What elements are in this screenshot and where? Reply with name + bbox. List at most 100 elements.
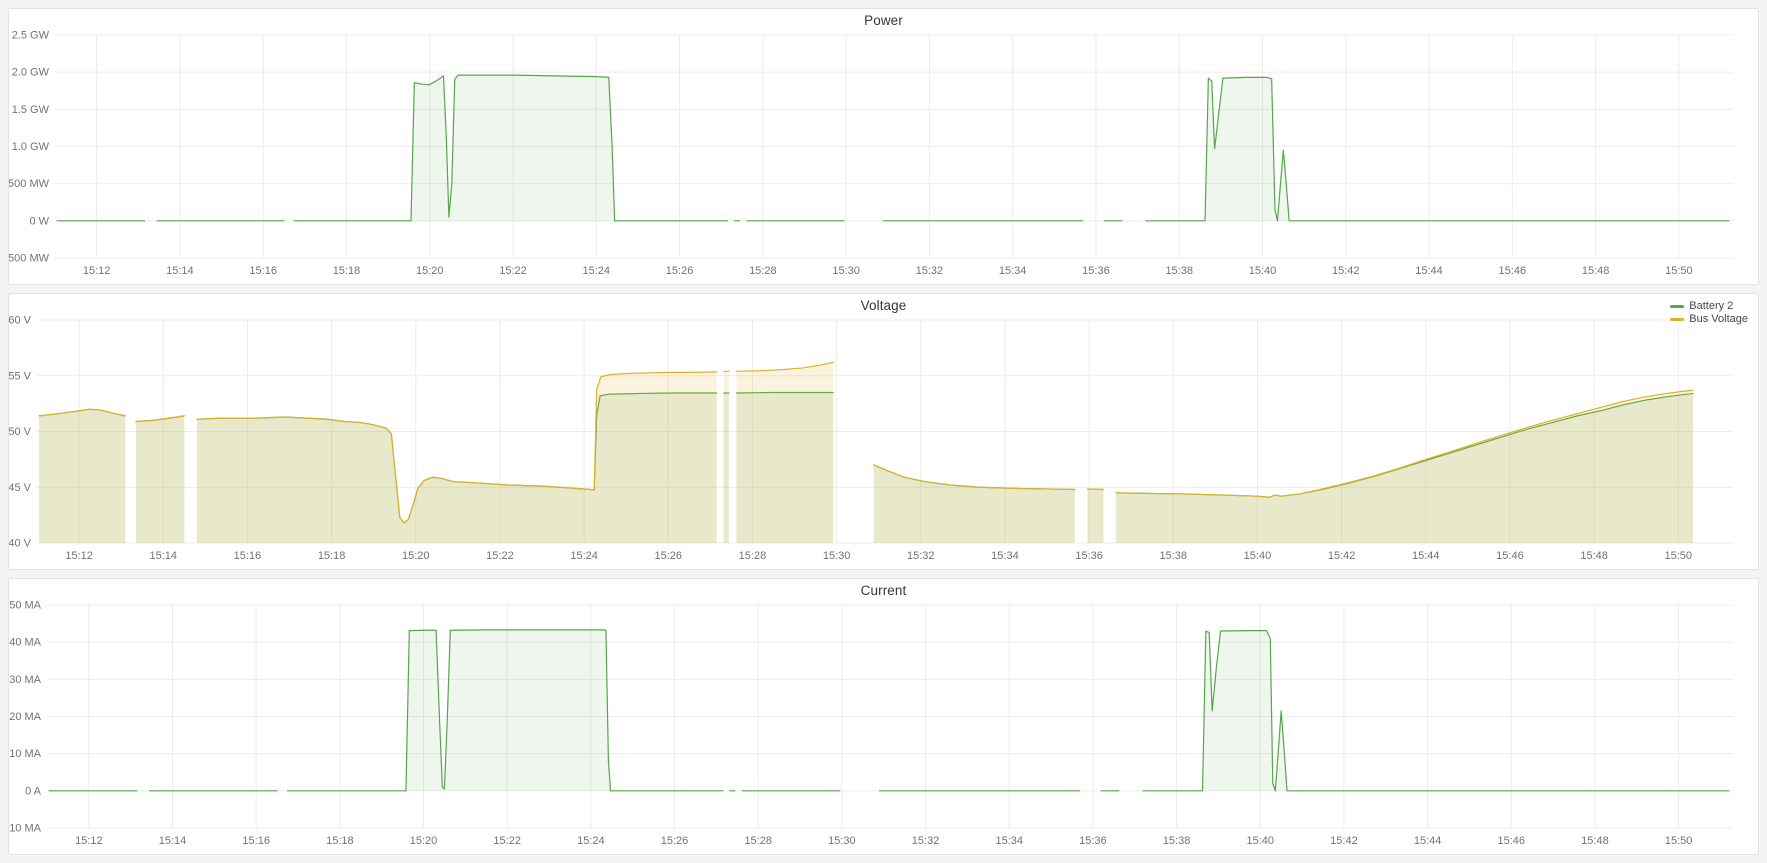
- bus-voltage-series-swatch-icon: [1670, 318, 1684, 321]
- svg-text:15:30: 15:30: [832, 265, 860, 277]
- svg-text:2.0 GW: 2.0 GW: [12, 67, 50, 79]
- svg-text:15:34: 15:34: [995, 835, 1023, 847]
- voltage-legend: Battery 2 Bus Voltage: [1670, 300, 1748, 325]
- svg-text:15:34: 15:34: [999, 265, 1027, 277]
- svg-text:15:50: 15:50: [1665, 265, 1693, 277]
- svg-text:15:46: 15:46: [1498, 835, 1526, 847]
- svg-text:15:24: 15:24: [583, 265, 611, 277]
- svg-text:10 MA: 10 MA: [9, 748, 41, 760]
- svg-text:15:44: 15:44: [1412, 550, 1440, 562]
- svg-text:0 A: 0 A: [25, 785, 42, 797]
- svg-text:15:22: 15:22: [499, 265, 527, 277]
- chart-svg: 60 V 55 V 50 V 45 V 40 V 15:12 15:14 15:16 15:18…: [9, 316, 1758, 569]
- svg-text:15:48: 15:48: [1582, 265, 1610, 277]
- svg-text:50 MA: 50 MA: [9, 601, 41, 612]
- svg-text:15:40: 15:40: [1244, 550, 1272, 562]
- svg-text:-10 MA: -10 MA: [9, 823, 42, 835]
- svg-text:15:24: 15:24: [570, 550, 598, 562]
- svg-text:15:42: 15:42: [1328, 550, 1356, 562]
- svg-text:15:28: 15:28: [739, 550, 767, 562]
- svg-text:40 MA: 40 MA: [9, 637, 41, 649]
- svg-text:15:40: 15:40: [1246, 835, 1274, 847]
- legend-label-battery-2: Battery 2: [1689, 300, 1733, 312]
- panel-current: Current 50 MA 40 MA 30 MA 20 MA 10 MA 0 A -10 …: [8, 578, 1759, 855]
- panel-power-header[interactable]: Power: [9, 9, 1758, 31]
- svg-text:45 V: 45 V: [9, 482, 32, 494]
- svg-text:15:36: 15:36: [1075, 550, 1103, 562]
- svg-text:0 W: 0 W: [29, 215, 49, 227]
- svg-text:1.5 GW: 1.5 GW: [12, 104, 50, 116]
- svg-text:15:50: 15:50: [1665, 550, 1693, 562]
- svg-text:15:46: 15:46: [1499, 265, 1527, 277]
- svg-text:40 V: 40 V: [9, 538, 32, 550]
- svg-text:15:26: 15:26: [661, 835, 689, 847]
- panel-current-header[interactable]: Current: [9, 579, 1758, 601]
- svg-text:15:40: 15:40: [1249, 265, 1277, 277]
- battery-2-series-swatch-icon: [1670, 305, 1684, 308]
- svg-text:15:18: 15:18: [318, 550, 346, 562]
- svg-text:15:16: 15:16: [234, 550, 262, 562]
- svg-text:15:26: 15:26: [654, 550, 682, 562]
- svg-text:15:32: 15:32: [907, 550, 935, 562]
- svg-text:2.5 GW: 2.5 GW: [12, 31, 50, 42]
- svg-text:60 V: 60 V: [9, 316, 32, 327]
- chart-svg: 2.5 GW 2.0 GW 1.5 GW 1.0 GW 500 MW 0 W -500 MW…: [9, 31, 1758, 284]
- panel-voltage-header[interactable]: Voltage: [9, 294, 1758, 316]
- svg-text:15:14: 15:14: [149, 550, 177, 562]
- svg-text:15:42: 15:42: [1332, 265, 1360, 277]
- svg-text:15:48: 15:48: [1581, 835, 1609, 847]
- svg-text:500 MW: 500 MW: [9, 178, 50, 190]
- svg-text:15:28: 15:28: [749, 265, 777, 277]
- svg-text:15:46: 15:46: [1496, 550, 1524, 562]
- svg-text:15:18: 15:18: [333, 265, 361, 277]
- svg-text:15:38: 15:38: [1163, 835, 1191, 847]
- svg-text:55 V: 55 V: [9, 370, 32, 382]
- svg-text:50 V: 50 V: [9, 426, 32, 438]
- svg-text:15:44: 15:44: [1414, 835, 1442, 847]
- svg-text:15:22: 15:22: [486, 550, 514, 562]
- current-chart[interactable]: 50 MA 40 MA 30 MA 20 MA 10 MA 0 A -10 MA 15:12 1…: [9, 601, 1758, 854]
- svg-text:15:36: 15:36: [1082, 265, 1110, 277]
- voltage-chart[interactable]: 60 V 55 V 50 V 45 V 40 V 15:12 15:14 15:16 15:18…: [9, 316, 1758, 569]
- svg-text:15:28: 15:28: [744, 835, 772, 847]
- panel-voltage: Voltage 60 V 55 V 50 V 45 V 40 V 15:12 15:14 15…: [8, 293, 1759, 570]
- panel-power: Power 2.5 GW 2.0 GW 1.5 GW 1.0 GW 500 MW 0 W -…: [8, 8, 1759, 285]
- svg-text:15:48: 15:48: [1580, 550, 1608, 562]
- svg-text:15:14: 15:14: [159, 835, 187, 847]
- svg-text:15:36: 15:36: [1079, 835, 1107, 847]
- svg-text:15:38: 15:38: [1160, 550, 1188, 562]
- svg-text:15:22: 15:22: [493, 835, 521, 847]
- panel-title-current: Current: [861, 583, 907, 598]
- svg-text:15:50: 15:50: [1665, 835, 1693, 847]
- svg-text:15:14: 15:14: [166, 265, 194, 277]
- svg-text:-500 MW: -500 MW: [9, 253, 50, 265]
- svg-text:15:18: 15:18: [326, 835, 354, 847]
- svg-text:15:20: 15:20: [416, 265, 444, 277]
- svg-text:15:12: 15:12: [75, 835, 103, 847]
- legend-label-bus-voltage: Bus Voltage: [1689, 313, 1748, 325]
- svg-text:15:16: 15:16: [242, 835, 270, 847]
- svg-text:15:42: 15:42: [1330, 835, 1358, 847]
- svg-text:15:44: 15:44: [1415, 265, 1443, 277]
- legend-item-bus-voltage[interactable]: Bus Voltage: [1670, 313, 1748, 325]
- chart-svg: 50 MA 40 MA 30 MA 20 MA 10 MA 0 A -10 MA 15:12 1…: [9, 601, 1758, 854]
- svg-text:1.0 GW: 1.0 GW: [12, 141, 50, 153]
- svg-text:15:24: 15:24: [577, 835, 605, 847]
- panel-title-power: Power: [864, 13, 903, 28]
- power-chart[interactable]: 2.5 GW 2.0 GW 1.5 GW 1.0 GW 500 MW 0 W -500 MW…: [9, 31, 1758, 284]
- svg-text:15:20: 15:20: [410, 835, 438, 847]
- svg-text:15:32: 15:32: [912, 835, 940, 847]
- svg-text:15:32: 15:32: [916, 265, 944, 277]
- svg-text:15:12: 15:12: [65, 550, 93, 562]
- svg-text:30 MA: 30 MA: [9, 674, 41, 686]
- svg-text:15:38: 15:38: [1165, 265, 1193, 277]
- svg-text:15:26: 15:26: [666, 265, 694, 277]
- panel-title-voltage: Voltage: [861, 298, 907, 313]
- legend-item-battery-2[interactable]: Battery 2: [1670, 300, 1733, 312]
- svg-text:15:12: 15:12: [83, 265, 111, 277]
- svg-text:15:16: 15:16: [249, 265, 277, 277]
- svg-text:20 MA: 20 MA: [9, 711, 41, 723]
- svg-text:15:30: 15:30: [823, 550, 851, 562]
- dashboard-page: Power 2.5 GW 2.0 GW 1.5 GW 1.0 GW 500 MW 0 W -…: [0, 0, 1767, 863]
- svg-text:15:20: 15:20: [402, 550, 430, 562]
